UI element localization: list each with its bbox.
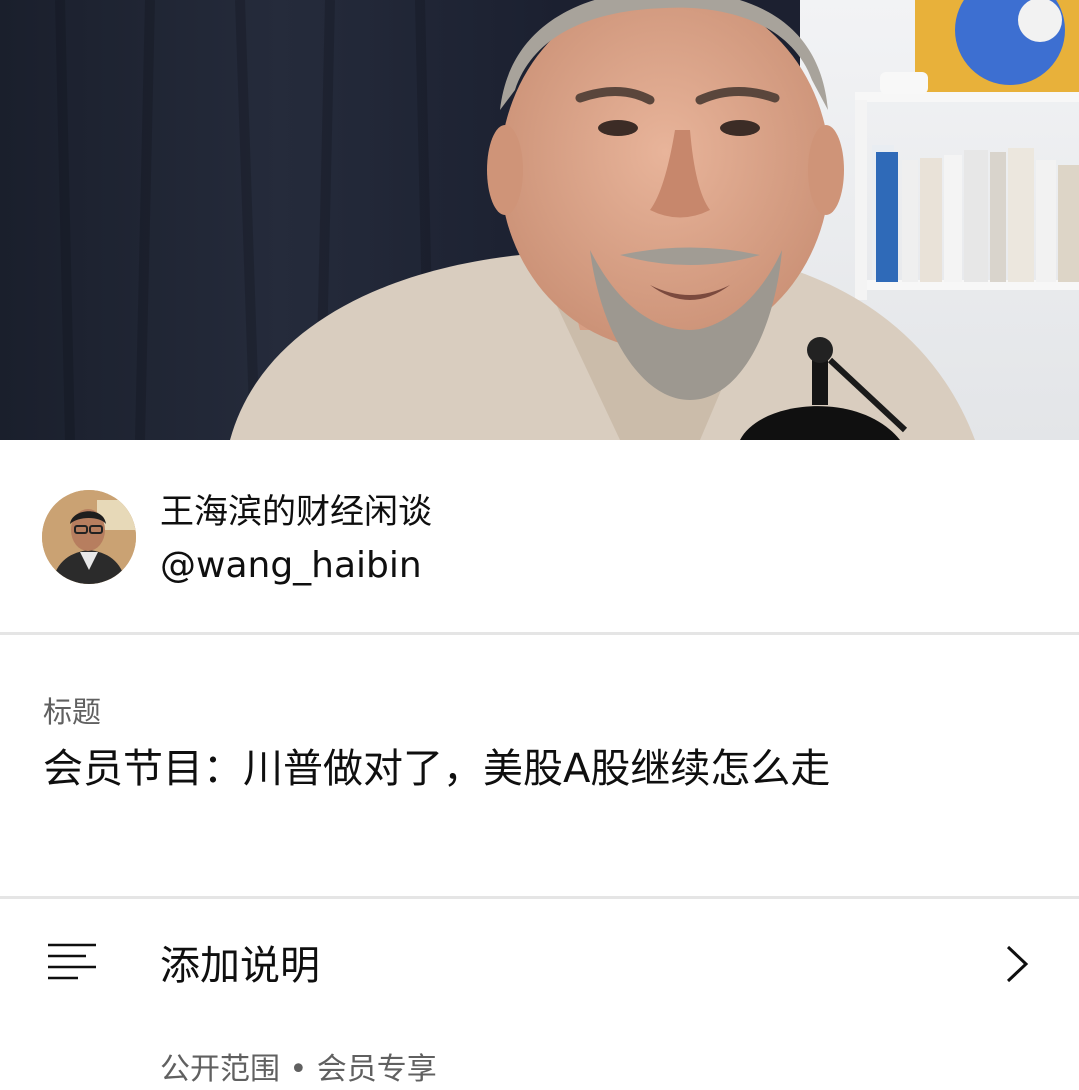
add-description-row[interactable]: 添加说明 [0,900,1079,1030]
channel-handle[interactable]: @wang_haibin [160,544,422,588]
title-field-input[interactable]: 会员节目：川普做对了，美股A股继续怎么走 [43,742,830,796]
divider [0,632,1079,635]
chevron-right-icon [1006,945,1029,983]
video-thumbnail[interactable] [0,0,1079,440]
channel-row[interactable]: 王海滨的财经闲谈 @wang_haibin [0,440,1079,632]
title-field-label: 标题 [43,695,102,729]
channel-avatar[interactable] [42,490,136,584]
add-description-label: 添加说明 [160,943,320,989]
video-frame-illustration [0,0,1079,440]
visibility-setting[interactable]: 公开范围 • 会员专享 [160,1050,437,1090]
avatar-icon [42,490,136,584]
channel-name[interactable]: 王海滨的财经闲谈 [160,490,432,534]
description-lines-icon [48,943,96,980]
divider [0,896,1079,899]
